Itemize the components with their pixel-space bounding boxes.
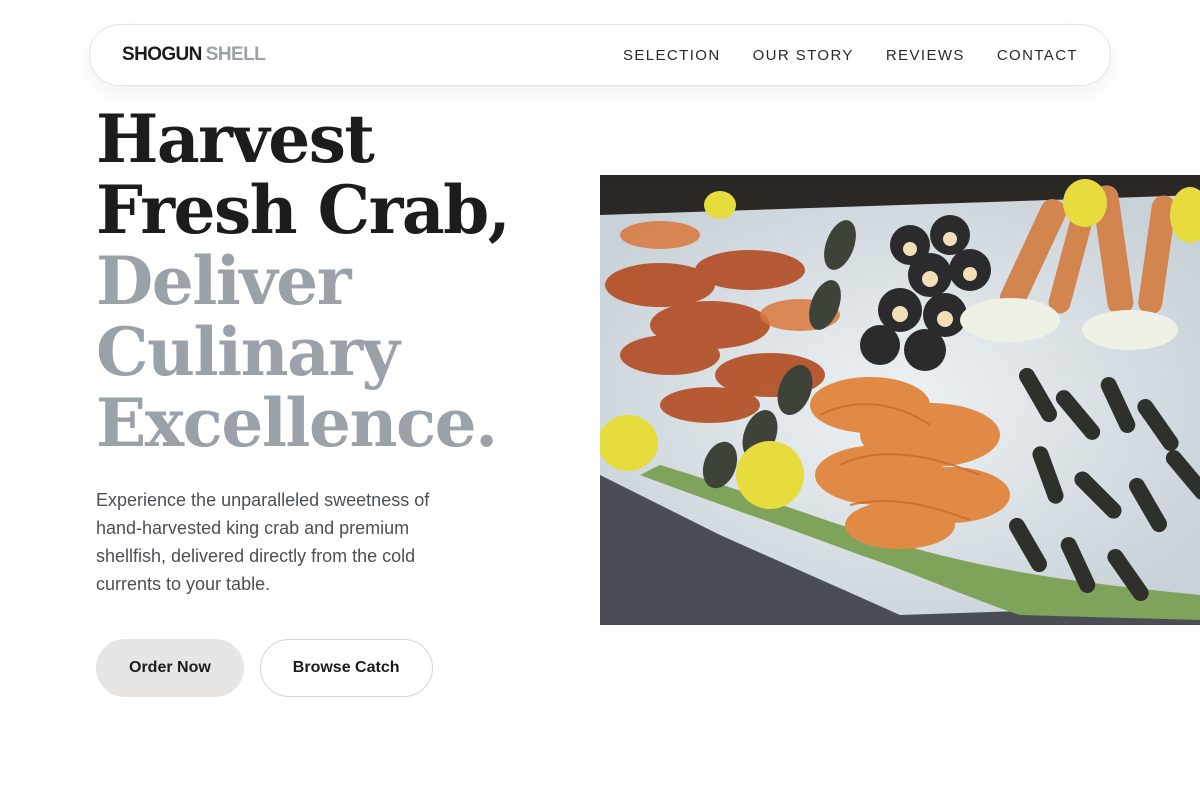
headline-line-deliver: Deliver xyxy=(96,242,351,320)
nav-link-contact[interactable]: CONTACT xyxy=(997,47,1078,64)
seafood-display-image xyxy=(600,175,1200,625)
landing-page: SHOGUN SHELL SELECTION OUR STORY REVIEWS… xyxy=(0,0,1200,800)
brand-name-secondary: SHELL xyxy=(205,44,266,65)
brand-logo[interactable]: SHOGUN SHELL xyxy=(122,44,266,66)
top-navigation: SHOGUN SHELL SELECTION OUR STORY REVIEWS… xyxy=(89,24,1111,86)
headline-line-fresh-crab: Fresh Crab, xyxy=(96,171,511,249)
nav-links: SELECTION OUR STORY REVIEWS CONTACT xyxy=(623,47,1078,64)
hero-headline: Harvest Fresh Crab, Deliver Culinary Exc… xyxy=(96,104,576,459)
order-now-button[interactable]: Order Now xyxy=(96,639,244,697)
headline-line-culinary: Culinary xyxy=(96,313,400,391)
headline-line-harvest: Harvest xyxy=(96,100,375,178)
nav-link-reviews[interactable]: REVIEWS xyxy=(886,47,965,64)
brand-name-primary: SHOGUN xyxy=(122,44,202,65)
browse-catch-button[interactable]: Browse Catch xyxy=(259,639,433,697)
hero-description: Experience the unparalleled sweetness of… xyxy=(96,490,430,594)
headline-line-excellence: Excellence. xyxy=(96,384,498,462)
nav-link-our-story[interactable]: OUR STORY xyxy=(753,47,854,64)
nav-link-selection[interactable]: SELECTION xyxy=(623,47,721,64)
hero-cta-group: Order Now Browse Catch xyxy=(96,639,433,697)
